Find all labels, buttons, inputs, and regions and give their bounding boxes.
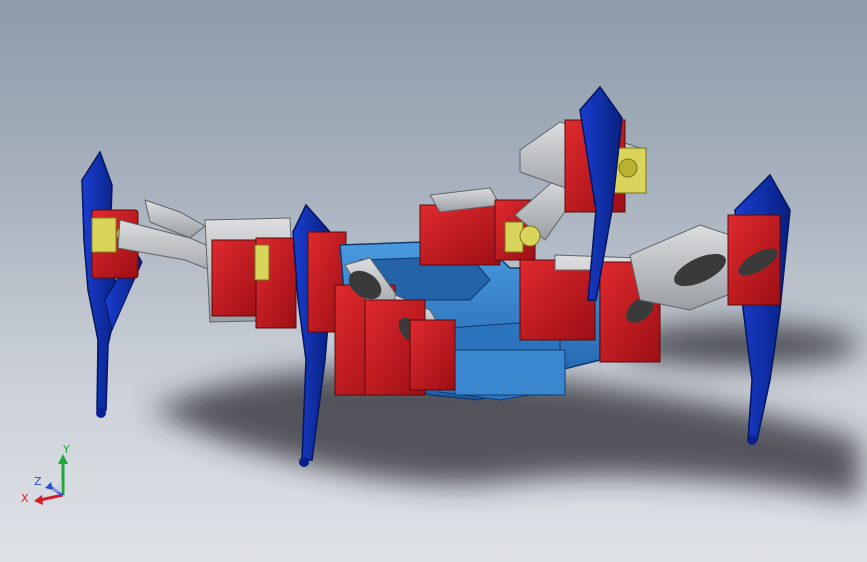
hexapod-robot-model[interactable] [0, 0, 867, 562]
x-axis-label: X [21, 492, 29, 505]
leg-left-front[interactable] [81, 150, 143, 418]
y-axis-label: Y [63, 443, 70, 456]
coordinate-triad: Y X Z [18, 440, 78, 510]
x-axis-arrow [39, 493, 64, 502]
z-axis-label: Z [34, 475, 42, 488]
servo-left-middle[interactable] [204, 217, 297, 329]
cad-graphics-viewport[interactable]: Y X Z [0, 0, 867, 562]
servo-center-rear[interactable] [419, 174, 581, 266]
